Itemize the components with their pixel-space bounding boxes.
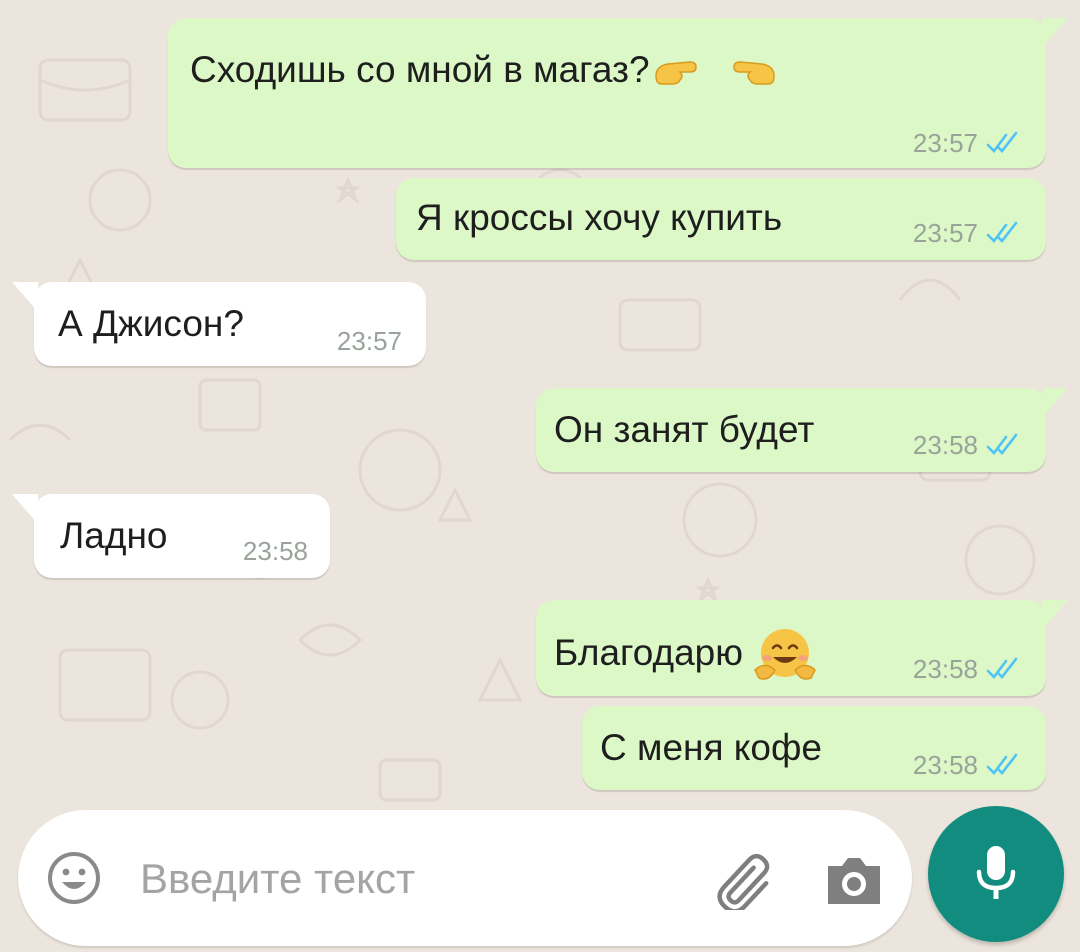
message-meta: 23:57: [913, 218, 1020, 248]
message-bubble-outgoing[interactable]: Я кроссы хочу купить 23:57: [396, 178, 1046, 260]
camera-icon[interactable]: [824, 852, 884, 908]
message-text: С меня кофе: [600, 727, 822, 768]
smiley-icon[interactable]: [46, 850, 102, 906]
pointing-hands-emoji-icon: [654, 61, 775, 85]
hugging-face-emoji-icon: [754, 629, 817, 680]
bubble-tail: [1042, 388, 1068, 418]
read-double-check-icon: [986, 221, 1018, 243]
message-text: Благодарю: [554, 626, 817, 684]
message-text: Ладно: [60, 515, 168, 556]
message-time: 23:57: [912, 218, 978, 248]
message-list[interactable]: Сходишь со мной в магаз? 23:57 Я кроссы …: [0, 0, 1080, 800]
read-double-check-icon: [986, 657, 1018, 679]
message-bubble-outgoing[interactable]: Сходишь со мной в магаз? 23:57: [168, 18, 1068, 168]
message-meta: 23:58: [913, 654, 1020, 684]
paperclip-icon[interactable]: [714, 848, 776, 910]
message-time: 23:58: [912, 654, 978, 684]
read-double-check-icon: [986, 433, 1018, 455]
message-time: 23:58: [912, 750, 978, 780]
message-time: 23:58: [912, 430, 978, 460]
message-bubble-incoming[interactable]: А Джисон? 23:57: [12, 282, 426, 366]
message-bubble-outgoing[interactable]: Он занят будет 23:58: [536, 388, 1068, 472]
bubble-tail: [12, 282, 38, 312]
message-text-content: Сходишь со мной в магаз?: [190, 49, 650, 90]
message-meta: 23:57: [337, 326, 402, 356]
message-text: Я кроссы хочу купить: [416, 197, 783, 238]
message-text: А Джисон?: [58, 303, 244, 344]
message-text-content: Благодарю: [554, 631, 743, 673]
message-meta: 23:58: [913, 430, 1020, 460]
message-bubble-incoming[interactable]: Ладно 23:58: [12, 494, 330, 578]
message-time: 23:58: [242, 536, 308, 566]
message-input-bar[interactable]: Введите текст: [18, 810, 912, 946]
bubble-tail: [1042, 18, 1068, 48]
read-double-check-icon: [986, 131, 1018, 153]
message-meta: 23:58: [913, 750, 1020, 780]
message-time: 23:57: [336, 326, 402, 356]
message-input[interactable]: Введите текст: [140, 854, 415, 904]
message-text: Сходишь со мной в магаз?: [190, 48, 780, 94]
message-text: Он занят будет: [554, 409, 815, 450]
message-meta: 23:58: [243, 536, 308, 566]
message-bubble-outgoing[interactable]: С меня кофе 23:58: [582, 706, 1046, 790]
voice-record-button[interactable]: [928, 806, 1064, 942]
bubble-tail: [1042, 600, 1068, 630]
bubble-tail: [12, 494, 38, 524]
message-bubble-outgoing[interactable]: Благодарю 23:58: [536, 600, 1068, 696]
read-double-check-icon: [986, 753, 1018, 775]
message-time: 23:57: [912, 128, 978, 158]
message-meta: 23:57: [913, 128, 1020, 158]
mic-icon: [976, 846, 1016, 899]
